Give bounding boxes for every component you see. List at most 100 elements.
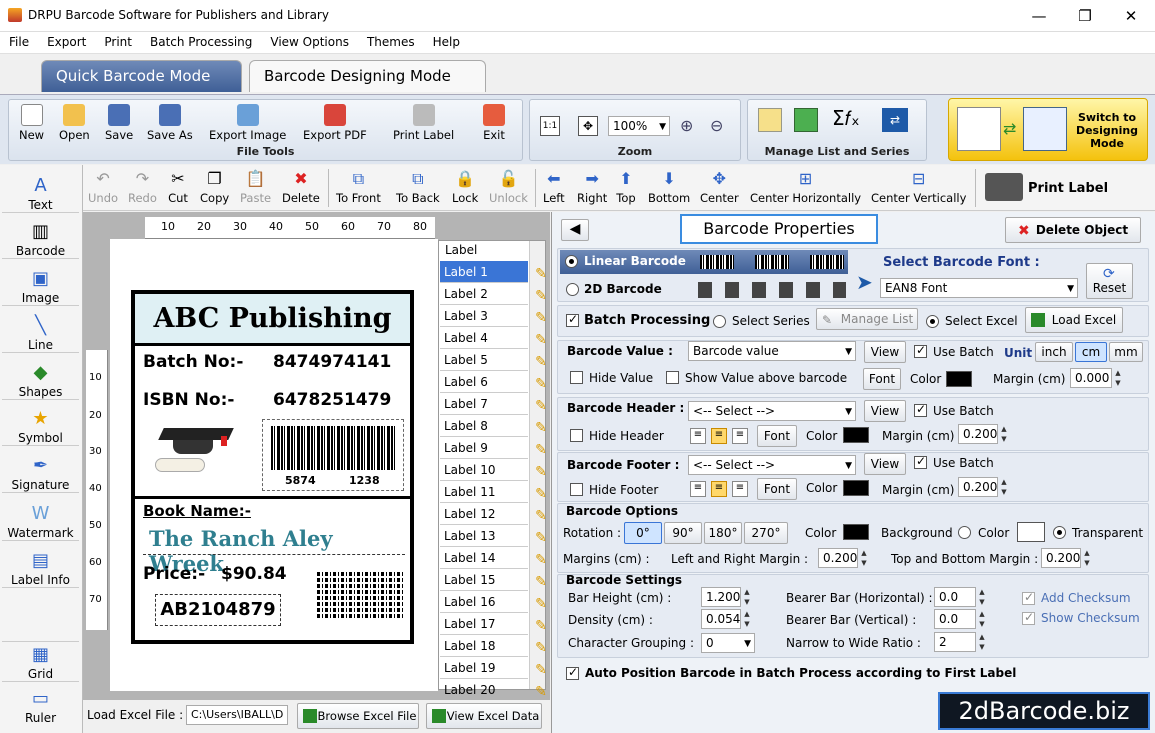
signature-tool[interactable]: ✒ Signature (2, 453, 79, 493)
center-button[interactable]: ✥ Center (700, 169, 739, 205)
value-margin-input[interactable]: 0.000 (1070, 368, 1112, 388)
label-design[interactable]: ABC Publishing Batch No:- 8474974141 ISB… (131, 290, 414, 644)
excel-icon[interactable] (794, 108, 818, 132)
footer-font-button[interactable]: Font (757, 478, 797, 500)
text-tool[interactable]: A Text (2, 173, 79, 213)
delete-object-button[interactable]: ✖ Delete Object (1005, 217, 1141, 243)
label-list-item[interactable]: Label 17 ✎ (440, 613, 547, 635)
bearer-horizontal-input[interactable]: 0.0 (934, 587, 976, 607)
barcode-value-select[interactable]: Barcode value ▼ (688, 341, 856, 361)
excel-path-input[interactable]: C:\Users\IBALL\D (186, 705, 288, 725)
unit-cm-button[interactable]: cm (1075, 342, 1107, 362)
align-left-icon[interactable]: ≡ (690, 481, 706, 497)
reset-button[interactable]: ⟳ Reset (1086, 263, 1133, 299)
label-list-item[interactable]: Label 5 ✎ (440, 349, 547, 371)
label-list-item[interactable]: Label 15 ✎ (440, 569, 547, 591)
redo-button[interactable]: ↷ Redo (128, 169, 157, 205)
value-font-button[interactable]: Font (863, 368, 901, 390)
grid-tool[interactable]: ▦ Grid (2, 641, 79, 682)
open-button[interactable]: Open (59, 104, 90, 142)
header-use-batch-checkbox[interactable] (914, 402, 927, 417)
label-list-item[interactable]: Label 10 ✎ (440, 459, 547, 481)
product-code[interactable]: AB2104879 (155, 594, 281, 626)
browse-excel-button[interactable]: Browse Excel File (297, 703, 419, 729)
footer-color-swatch[interactable] (843, 480, 869, 496)
label-list-item[interactable]: Label 4 ✎ (440, 327, 547, 349)
load-excel-button[interactable]: Load Excel (1025, 307, 1123, 333)
align-center-icon[interactable]: ≡ (711, 481, 727, 497)
bearer-vertical-spinner[interactable]: ▲ ▼ (977, 609, 987, 629)
value-margin-spinner[interactable]: ▲ ▼ (1113, 368, 1123, 388)
shapes-tool[interactable]: ◆ Shapes (2, 360, 79, 400)
cut-button[interactable]: ✂ Cut (168, 169, 188, 205)
menu-view-options[interactable]: View Options (261, 32, 358, 52)
print-label-button[interactable]: Print Label (393, 104, 454, 142)
rotation-0-button[interactable]: 0° (624, 522, 662, 544)
maximize-button[interactable]: ❐ (1062, 0, 1108, 32)
pencil-icon[interactable]: ✎ (532, 373, 550, 392)
series-icon[interactable]: ⇄ (882, 108, 908, 132)
2d-barcode[interactable] (317, 570, 403, 620)
tab-quick-barcode-mode[interactable]: Quick Barcode Mode (41, 60, 242, 92)
density-input[interactable]: 0.054 (701, 609, 741, 629)
align-right-button[interactable]: ➡ Right (577, 169, 607, 205)
edit-list-icon[interactable] (758, 108, 782, 132)
isbn-label[interactable]: ISBN No:- (143, 390, 234, 410)
delete-button[interactable]: ✖ Delete (282, 169, 320, 205)
background-color-radio[interactable] (958, 526, 971, 539)
graduation-cap-image[interactable] (147, 428, 239, 480)
pencil-icon[interactable]: ✎ (532, 329, 550, 348)
hide-header-checkbox[interactable] (570, 429, 583, 442)
pencil-icon[interactable]: ✎ (532, 505, 550, 524)
menu-file[interactable]: File (0, 32, 38, 52)
fit-page-icon[interactable]: ✥ (578, 116, 598, 136)
to-back-button[interactable]: ⧉ To Back (396, 169, 440, 205)
symbol-tool[interactable]: ★ Symbol (2, 406, 79, 446)
menu-themes[interactable]: Themes (358, 32, 424, 52)
pencil-icon[interactable]: ✎ (532, 549, 550, 568)
paste-button[interactable]: 📋 Paste (240, 169, 271, 205)
barcode-selected[interactable]: 5874 1238 (262, 419, 404, 491)
pencil-icon[interactable]: ✎ (532, 285, 550, 304)
value-view-button[interactable]: View (864, 341, 906, 363)
select-series-radio[interactable] (713, 315, 726, 328)
center-vertically-button[interactable]: ⊟ Center Vertically (871, 169, 966, 205)
narrow-wide-ratio-input[interactable]: 2 (934, 632, 976, 652)
batch-value[interactable]: 8474974141 (273, 352, 391, 372)
pencil-icon[interactable]: ✎ (532, 351, 550, 370)
bearer-vertical-input[interactable]: 0.0 (934, 609, 976, 629)
label-list-item[interactable]: Label 20 ✎ (440, 679, 547, 701)
menu-help[interactable]: Help (424, 32, 469, 52)
batch-label[interactable]: Batch No:- (143, 352, 243, 372)
label-list-item[interactable]: Label 13 ✎ (440, 525, 547, 547)
rotation-90-button[interactable]: 90° (664, 522, 702, 544)
export-image-button[interactable]: Export Image (209, 104, 286, 142)
show-checksum-checkbox[interactable] (1022, 610, 1035, 625)
tab-barcode-designing-mode[interactable]: Barcode Designing Mode (249, 60, 486, 92)
unit-inch-button[interactable]: inch (1035, 342, 1073, 362)
background-color-swatch[interactable] (1017, 522, 1045, 542)
center-horizontally-button[interactable]: ⊞ Center Horizontally (750, 169, 861, 205)
label-list-item[interactable]: Label 16 ✎ (440, 591, 547, 613)
minimize-button[interactable]: — (1016, 0, 1062, 32)
footer-select[interactable]: <-- Select --> ▼ (688, 455, 856, 475)
tb-margin-spinner[interactable]: ▲ ▼ (1082, 548, 1092, 568)
pencil-icon[interactable]: ✎ (532, 263, 550, 282)
save-button[interactable]: Save (105, 104, 133, 142)
menu-batch-processing[interactable]: Batch Processing (141, 32, 261, 52)
lr-margin-input[interactable]: 0.200 (818, 548, 858, 568)
narrow-wide-ratio-spinner[interactable]: ▲ ▼ (977, 632, 987, 652)
footer-margin-spinner[interactable]: ▲ ▼ (999, 477, 1009, 497)
header-select[interactable]: <-- Select --> ▼ (688, 401, 856, 421)
bar-height-spinner[interactable]: ▲ ▼ (742, 587, 752, 607)
view-excel-data-button[interactable]: View Excel Data (426, 703, 542, 729)
book-name-label[interactable]: Book Name:- (143, 502, 251, 520)
align-bottom-button[interactable]: ⬇ Bottom (648, 169, 690, 205)
pencil-icon[interactable]: ✎ (532, 307, 550, 326)
copy-button[interactable]: ❐ Copy (200, 169, 229, 205)
menu-export[interactable]: Export (38, 32, 95, 52)
hide-value-checkbox[interactable] (570, 371, 583, 384)
2d-barcode-radio[interactable] (566, 283, 579, 296)
add-checksum-checkbox[interactable] (1022, 590, 1035, 605)
switch-to-designing-mode-button[interactable]: ⇄ Switch to Designing Mode (948, 98, 1148, 161)
